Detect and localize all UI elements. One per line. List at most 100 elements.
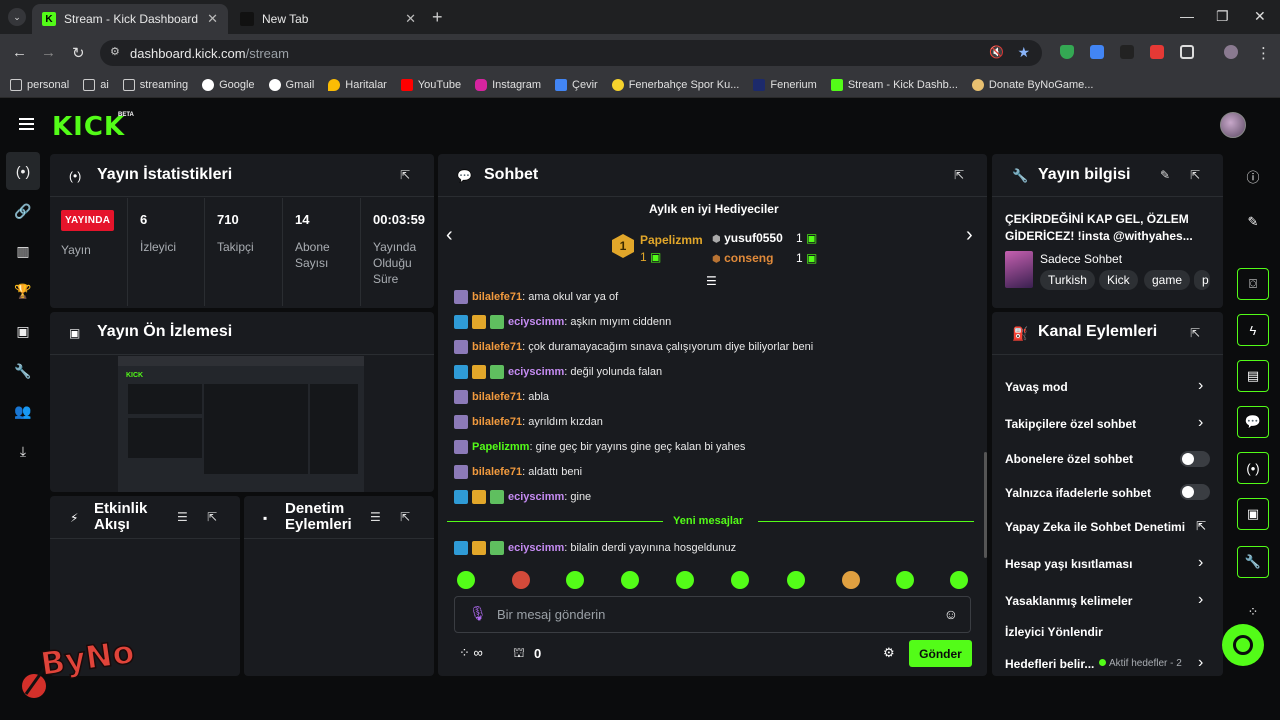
tab-new-tab[interactable]: New Tab ✕ [230,4,426,34]
action-goals[interactable]: Hedefleri belir... [1005,657,1094,671]
emote-icon[interactable] [896,571,914,589]
bookmark-fenerbahce[interactable]: Fenerbahçe Spor Ku... [611,78,739,91]
emote-icon[interactable] [512,571,530,589]
tag[interactable]: Kick [1099,270,1138,290]
chat-username[interactable]: bilalefe71 [472,416,522,428]
mic-icon[interactable]: 🎙 [469,605,487,622]
chat-message[interactable]: eciyscimm: gine [454,490,591,504]
chat-message[interactable]: bilalefe71: aldattı beni [454,465,582,479]
chat-message[interactable]: eciyscimm: aşkın mıyım ciddenn [454,315,671,329]
chat-username[interactable]: bilalefe71 [472,291,522,303]
popout-icon[interactable]: ⇱ [400,168,410,182]
new-tab-plus-icon[interactable]: + [432,7,443,28]
wrench-icon[interactable]: 🔧 [1237,546,1269,578]
edit-pencil-icon[interactable]: ✎ [1160,168,1170,182]
chat-scrollbar[interactable] [984,452,987,558]
tab-kick-dashboard[interactable]: K Stream - Kick Dashboard ✕ [32,4,228,34]
filter-icon[interactable]: ☰ [370,510,381,524]
clip-icon[interactable]: ⌼ [1237,268,1269,300]
broadcast-icon[interactable]: (•) [1237,452,1269,484]
tag[interactable]: p [1194,270,1210,290]
nav-stream-icon[interactable]: (•) [6,152,40,190]
collapse-gifters-icon[interactable]: ☰ [706,274,717,288]
emote-icon[interactable] [676,571,694,589]
document-icon[interactable]: ▤ [1237,360,1269,392]
gifter-name[interactable]: ⬢ yusuf0550 [712,231,783,245]
emote-icon[interactable] [731,571,749,589]
back-icon[interactable]: ← [12,44,27,61]
gifters-prev-icon[interactable]: ‹ [446,224,453,247]
emote-icon[interactable] [566,571,584,589]
chat-username[interactable]: Papelizmm [472,441,529,453]
bookmark-translate[interactable]: Çevir [555,78,598,91]
chat-username[interactable]: eciyscimm [508,542,564,554]
chat-username[interactable]: bilalefe71 [472,391,522,403]
nav-analytics-icon[interactable]: ▥ [6,232,40,270]
emoji-picker-icon[interactable]: ☺ [944,606,958,622]
gifters-next-icon[interactable]: › [966,224,973,247]
puzzle-extensions-icon[interactable] [1180,45,1194,59]
mute-site-icon[interactable]: 🔇 [989,45,1004,59]
chat-message[interactable]: eciyscimm: bilalin derdi yayınına hosgel… [454,541,736,555]
bookmark-personal[interactable]: personal [10,78,69,91]
bookmark-ai[interactable]: ai [83,78,109,91]
send-button[interactable]: Gönder [909,640,972,667]
info-icon[interactable]: ⓘ [1237,160,1269,192]
action-ai-moderation[interactable]: Yapay Zeka ile Sohbet Denetimi [1005,520,1185,534]
nav-download-icon[interactable]: ⤓ [6,432,40,470]
bookmark-maps[interactable]: Haritalar [328,78,387,91]
extension-icon[interactable] [1120,45,1134,59]
emote-icon[interactable] [950,571,968,589]
bookmark-bynogame[interactable]: Donate ByNoGame... [971,78,1093,91]
bookmark-kick[interactable]: Stream - Kick Dashb... [830,78,958,91]
hamburger-menu-icon[interactable] [19,118,34,130]
category-name[interactable]: Sadece Sohbet [1040,252,1122,266]
chat-bubble-icon[interactable]: 💬 [1237,406,1269,438]
filter-icon[interactable]: ☰ [177,510,188,524]
nav-wrench-icon[interactable]: 🔧 [6,352,40,390]
bookmark-youtube[interactable]: YouTube [400,78,461,91]
action-slow-mode[interactable]: Yavaş mod [1005,380,1068,394]
action-account-age[interactable]: Hesap yaşı kısıtlaması [1005,557,1132,571]
stream-preview[interactable]: KICK [118,356,364,492]
user-avatar[interactable] [1220,112,1246,138]
bolt-icon[interactable]: ϟ [1237,314,1269,346]
profile-avatar-icon[interactable] [1224,45,1238,59]
emote-icon[interactable] [842,571,860,589]
chat-settings-icon[interactable]: ⚙ [883,645,895,661]
popout-icon[interactable]: ⇱ [400,510,410,524]
chevron-right-icon[interactable]: › [1198,414,1203,432]
maximize-icon[interactable]: ❐ [1216,8,1229,25]
popout-icon[interactable]: ⇱ [1190,168,1200,182]
tag[interactable]: Turkish [1040,270,1095,290]
popout-icon[interactable]: ⇱ [207,510,217,524]
chevron-right-icon[interactable]: › [1198,377,1203,395]
translate-extension-icon[interactable] [1090,45,1104,59]
bookmark-fenerium[interactable]: Fenerium [753,78,817,91]
subscribers-only-toggle[interactable] [1180,451,1210,467]
forward-icon[interactable]: → [41,44,56,61]
chat-username[interactable]: bilalefe71 [472,341,522,353]
chat-message[interactable]: bilalefe71: ayrıldım kızdan [454,415,603,429]
chat-message[interactable]: bilalefe71: abla [454,390,549,404]
channel-points-icon[interactable]: ⁘ ∞ [459,645,483,661]
emote-icon[interactable] [787,571,805,589]
chevron-right-icon[interactable]: › [1198,654,1203,672]
emote-only-toggle[interactable] [1180,484,1210,500]
bookmark-gmail[interactable]: Gmail [268,78,314,91]
chat-message[interactable]: bilalefe71: çok duramayacağım sınava çal… [454,340,813,354]
video-icon[interactable]: ▣ [1237,498,1269,530]
bookmark-star-icon[interactable]: ★ [1017,44,1030,61]
address-bar[interactable]: ⚙ dashboard.kick.com/stream 🔇 ★ [100,40,1042,66]
nav-video-icon[interactable]: ▣ [6,312,40,350]
category-thumbnail[interactable] [1005,251,1033,288]
nav-trophy-icon[interactable]: 🏆 [6,272,40,310]
chat-message[interactable]: Papelizmm: gine geç bir yayıns gine geç … [454,440,745,454]
youtube-extension-icon[interactable] [1150,45,1164,59]
emote-icon[interactable] [621,571,639,589]
nav-link-icon[interactable]: 🔗 [6,192,40,230]
close-tab-icon[interactable]: ✕ [405,11,416,27]
bookmark-google[interactable]: Google [202,78,255,91]
action-banned-words[interactable]: Yasaklanmış kelimeler [1005,594,1132,608]
emote-icon[interactable] [457,571,475,589]
